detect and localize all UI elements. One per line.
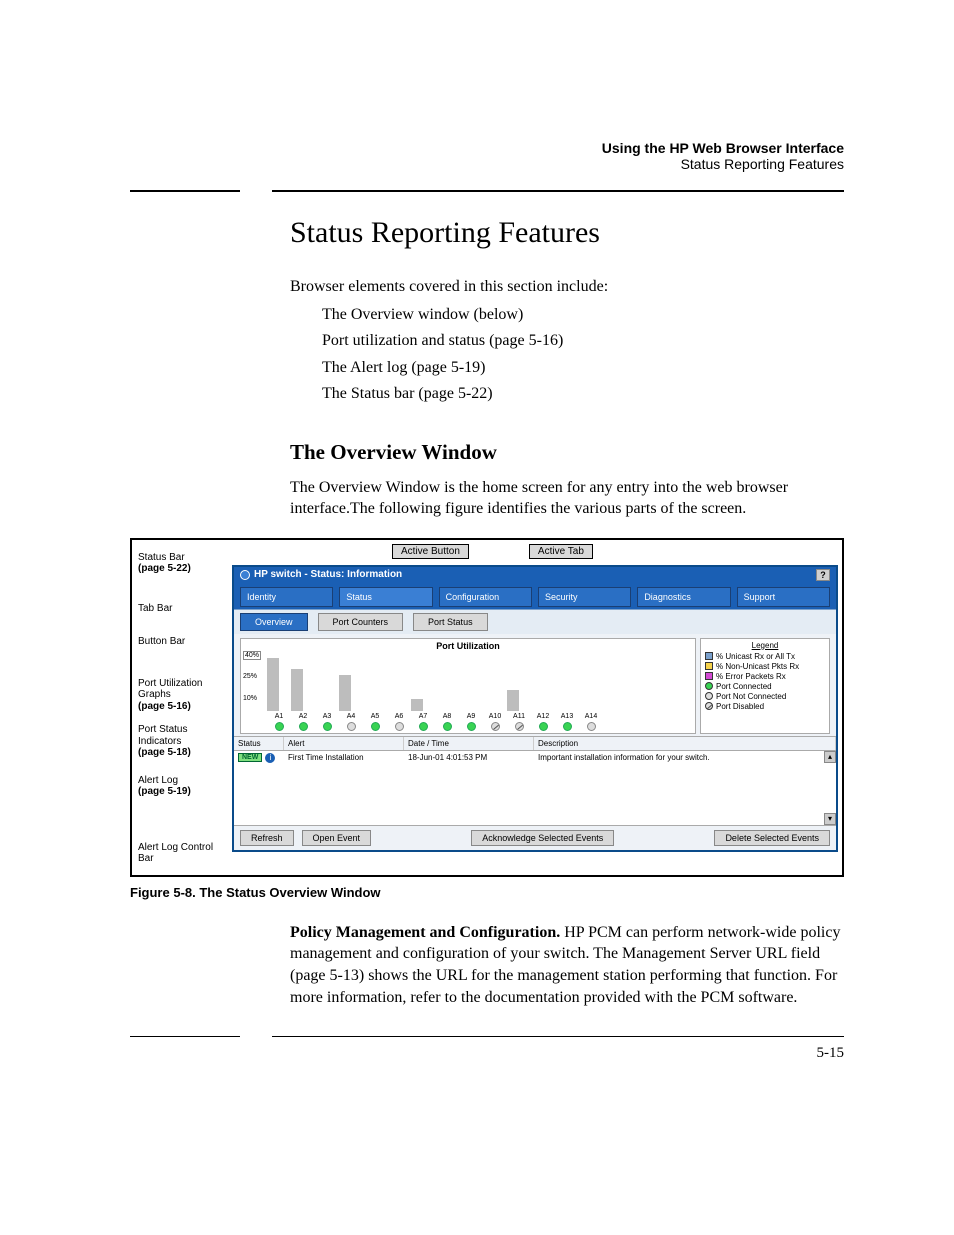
port-A5: A5 xyxy=(363,713,387,731)
list-item: The Alert log (page 5-19) xyxy=(322,355,844,381)
section-heading: The Overview Window xyxy=(290,440,844,465)
bar-A11 xyxy=(507,690,519,711)
chart-title: Port Utilization xyxy=(241,641,695,651)
overview-button[interactable]: Overview xyxy=(240,613,308,631)
alert-log-control-bar: Refresh Open Event Acknowledge Selected … xyxy=(234,825,836,850)
bottom-rule xyxy=(130,1036,844,1037)
bullet-list: The Overview window (below) Port utiliza… xyxy=(322,302,844,408)
tab-identity[interactable]: Identity xyxy=(240,587,333,607)
acknowledge-button[interactable]: Acknowledge Selected Events xyxy=(471,830,614,846)
scroll-up-button[interactable]: ▴ xyxy=(824,751,836,763)
port-utilization-chart: Port Utilization 40% 25% 10% A1A2A3A4A5A… xyxy=(240,638,696,734)
button-bar: Overview Port Counters Port Status xyxy=(234,609,836,634)
overview-paragraph: The Overview Window is the home screen f… xyxy=(290,477,844,520)
port-A3: A3 xyxy=(315,713,339,731)
header-title: Using the HP Web Browser Interface xyxy=(130,140,844,156)
new-badge: NEW xyxy=(238,753,262,762)
alert-log-body: NEWi First Time Installation 18-Jun-01 4… xyxy=(234,751,836,825)
figure-caption: Figure 5-8. The Status Overview Window xyxy=(130,885,844,900)
port-A14: A14 xyxy=(579,713,603,731)
port-A10: A10 xyxy=(483,713,507,731)
callout-active-button: Active Button xyxy=(392,544,469,559)
tab-bar: Identity Status Configuration Security D… xyxy=(234,583,836,609)
alert-log-header: Status Alert Date / Time Description xyxy=(234,736,836,751)
tab-diagnostics[interactable]: Diagnostics xyxy=(637,587,730,607)
list-item: The Status bar (page 5-22) xyxy=(322,381,844,407)
port-A7: A7 xyxy=(411,713,435,731)
page-title: Status Reporting Features xyxy=(290,216,844,250)
tab-support[interactable]: Support xyxy=(737,587,830,607)
figure-5-8: Status Bar(page 5-22) Tab Bar Button Bar… xyxy=(130,538,844,877)
port-A6: A6 xyxy=(387,713,411,731)
help-button[interactable]: ? xyxy=(816,569,830,581)
port-status-button[interactable]: Port Status xyxy=(413,613,488,631)
info-icon: i xyxy=(265,753,275,763)
window-title: HP switch - Status: Information xyxy=(254,569,402,580)
bar-A2 xyxy=(291,669,303,711)
label-status-bar: Status Bar xyxy=(138,552,185,563)
app-window: HP switch - Status: Information ? Identi… xyxy=(232,565,838,852)
callout-active-tab: Active Tab xyxy=(529,544,593,559)
scroll-down-button[interactable]: ▾ xyxy=(824,813,836,825)
policy-lead: Policy Management and Configuration. xyxy=(290,924,560,941)
list-item: The Overview window (below) xyxy=(322,302,844,328)
page-number: 5-15 xyxy=(130,1045,844,1062)
tab-security[interactable]: Security xyxy=(538,587,631,607)
bar-A4 xyxy=(339,675,351,711)
port-A8: A8 xyxy=(435,713,459,731)
open-event-button[interactable]: Open Event xyxy=(302,830,372,846)
port-A4: A4 xyxy=(339,713,363,731)
ytick-40: 40% xyxy=(243,651,261,660)
port-A1: A1 xyxy=(267,713,291,731)
port-A9: A9 xyxy=(459,713,483,731)
port-A2: A2 xyxy=(291,713,315,731)
alert-row[interactable]: NEWi First Time Installation 18-Jun-01 4… xyxy=(234,751,836,765)
label-button-bar: Button Bar xyxy=(138,636,185,647)
tab-configuration[interactable]: Configuration xyxy=(439,587,532,607)
status-dot-icon xyxy=(240,570,250,580)
delete-button[interactable]: Delete Selected Events xyxy=(714,830,830,846)
bar-A1 xyxy=(267,658,279,711)
port-A11: A11 xyxy=(507,713,531,731)
legend-title: Legend xyxy=(705,641,825,650)
port-A13: A13 xyxy=(555,713,579,731)
label-tab-bar: Tab Bar xyxy=(138,603,172,614)
refresh-button[interactable]: Refresh xyxy=(240,830,294,846)
chart-legend: Legend % Unicast Rx or All Tx % Non-Unic… xyxy=(700,638,830,734)
ytick-25: 25% xyxy=(243,673,257,680)
figure-labels-column: Status Bar(page 5-22) Tab Bar Button Bar… xyxy=(132,540,232,875)
label-port-util: Port Utiliza­tion Graphs xyxy=(138,678,202,701)
label-alert-ctrl: Alert Log Control Bar xyxy=(138,842,213,865)
label-port-status: Port Status Indicators xyxy=(138,724,187,747)
policy-paragraph: Policy Management and Configuration. HP … xyxy=(290,922,844,1008)
label-alert-log: Alert Log xyxy=(138,775,178,786)
list-item: Port utilization and status (page 5-16) xyxy=(322,328,844,354)
running-header: Using the HP Web Browser Interface Statu… xyxy=(130,140,844,172)
bar-A7 xyxy=(411,699,423,711)
ytick-10: 10% xyxy=(243,695,257,702)
port-A12: A12 xyxy=(531,713,555,731)
port-utilization-panel: Port Utilization 40% 25% 10% A1A2A3A4A5A… xyxy=(234,634,836,736)
port-counters-button[interactable]: Port Counters xyxy=(318,613,404,631)
header-subtitle: Status Reporting Features xyxy=(130,156,844,172)
intro-text: Browser elements covered in this section… xyxy=(290,278,844,296)
tab-status[interactable]: Status xyxy=(339,587,432,607)
window-title-bar: HP switch - Status: Information ? xyxy=(234,567,836,583)
top-rule xyxy=(130,190,844,192)
